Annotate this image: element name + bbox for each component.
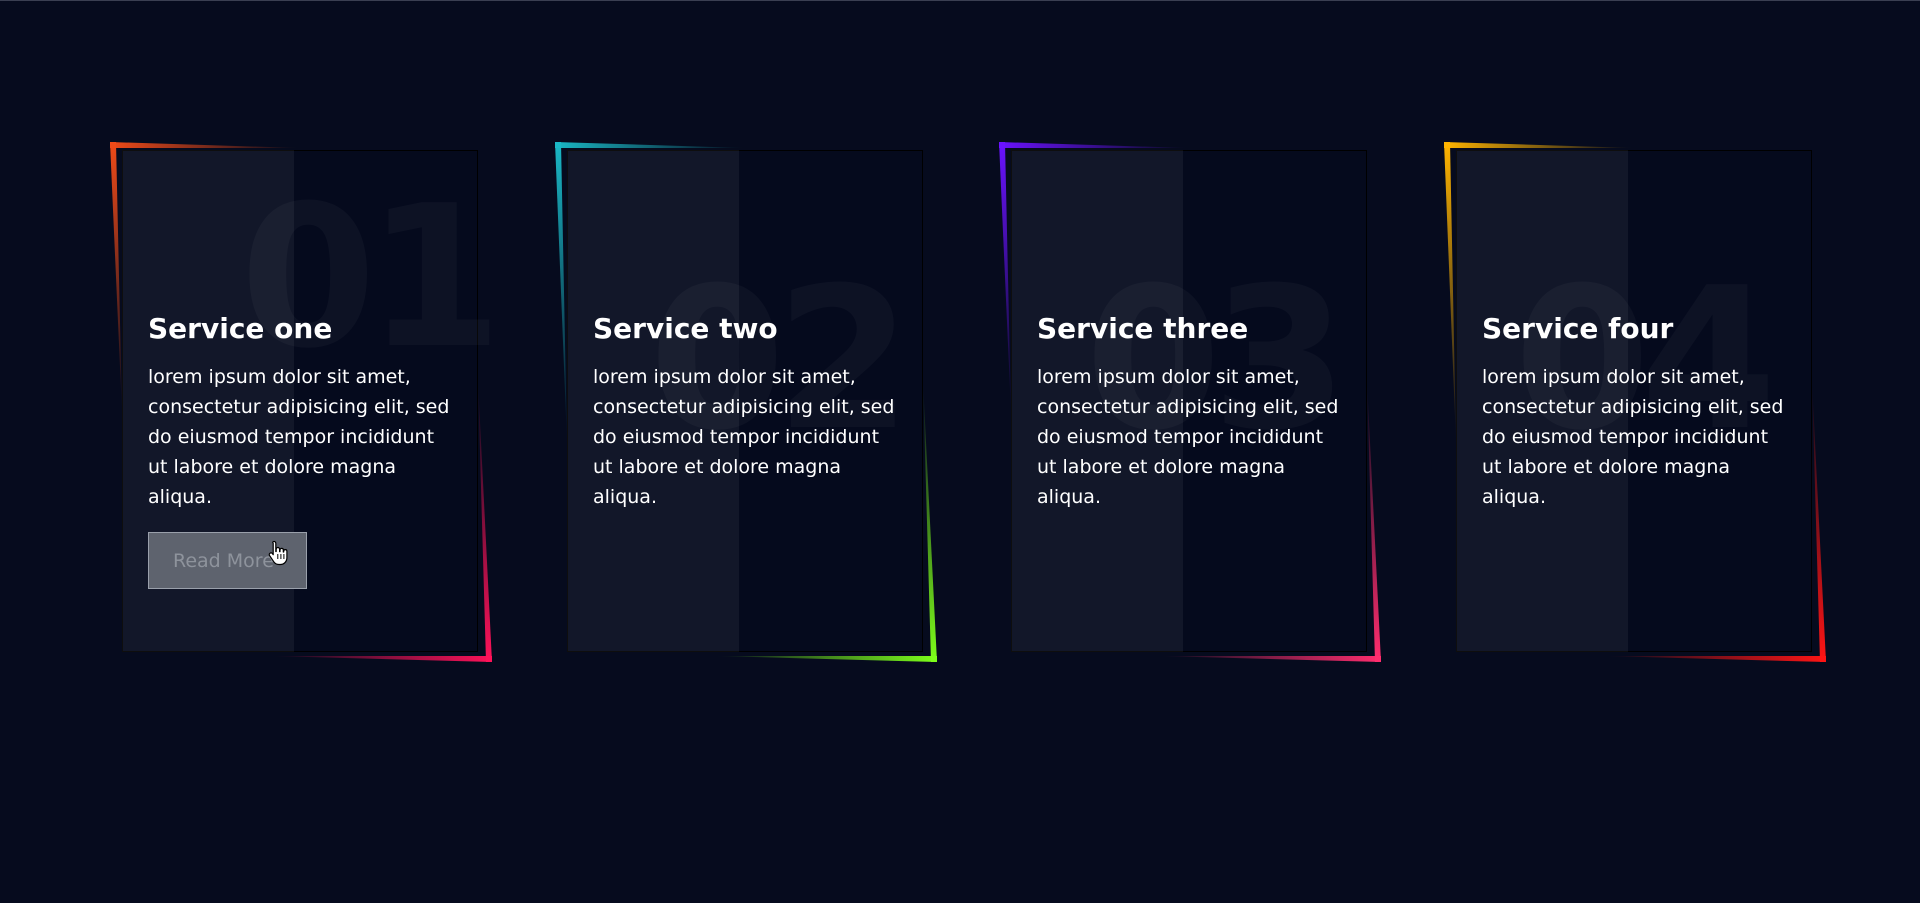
card-number: 01 <box>240 180 493 376</box>
card-title: Service two <box>593 312 778 345</box>
read-more-label: Read More <box>173 549 274 572</box>
card-description: lorem ipsum dolor sit amet, consectetur … <box>1482 366 1784 508</box>
card-title: Service four <box>1482 312 1674 345</box>
hand-cursor-icon <box>268 540 288 566</box>
service-card-2: 02 Service two lorem ipsum dolor sit ame… <box>555 142 937 662</box>
top-divider <box>0 0 1920 1</box>
service-card-1: 01 Service one lorem ipsum dolor sit ame… <box>110 142 492 662</box>
card-description: lorem ipsum dolor sit amet, consectetur … <box>1037 366 1339 508</box>
service-card-3: 03 Service three lorem ipsum dolor sit a… <box>999 142 1381 662</box>
card-description: lorem ipsum dolor sit amet, consectetur … <box>593 366 895 508</box>
service-card-4: 04 Service four lorem ipsum dolor sit am… <box>1444 142 1826 662</box>
card-description: lorem ipsum dolor sit amet, consectetur … <box>148 366 450 508</box>
card-title: Service one <box>148 312 333 345</box>
card-title: Service three <box>1037 312 1249 345</box>
